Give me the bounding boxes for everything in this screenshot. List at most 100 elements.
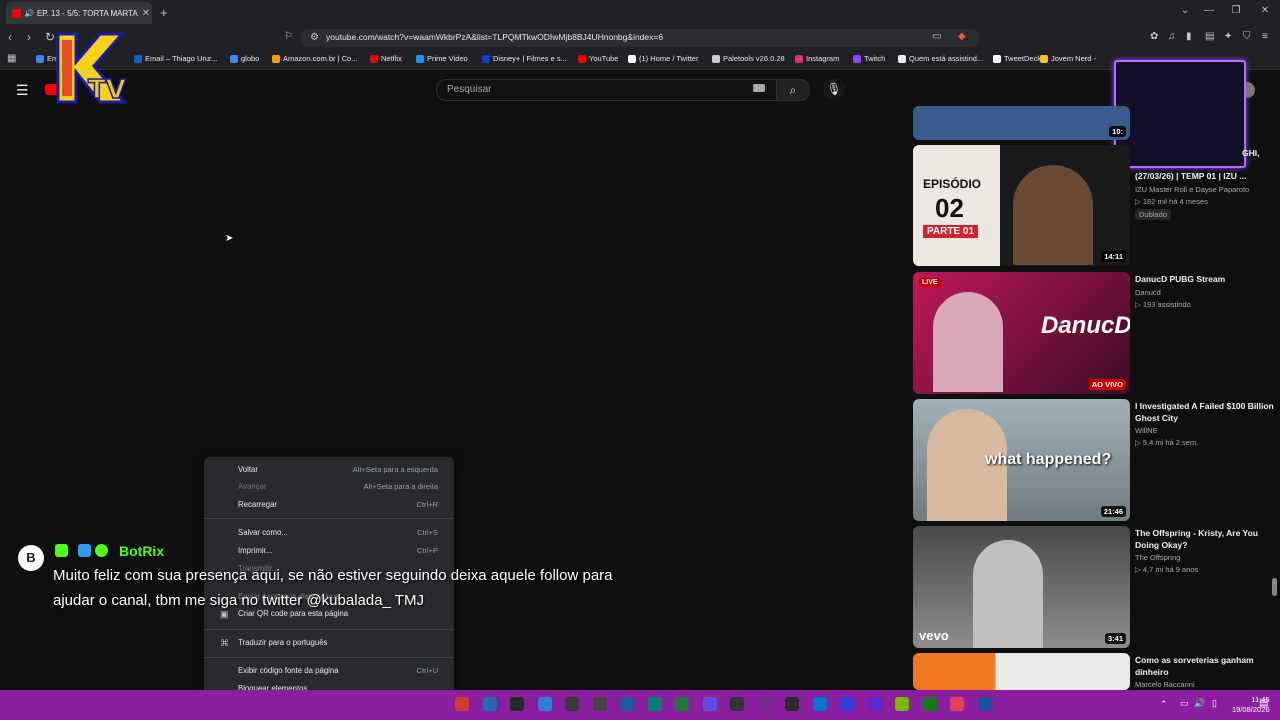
taskbar-app-icon[interactable] bbox=[867, 697, 882, 711]
notification-icon[interactable]: ▤ bbox=[1259, 698, 1268, 709]
taskbar-app-icon[interactable] bbox=[592, 697, 607, 711]
context-menu-item[interactable]: Recarregar Ctrl+R bbox=[238, 500, 438, 509]
close-window-icon[interactable]: ✕ bbox=[1255, 5, 1275, 16]
video-title[interactable]: I Investigated A Failed $100 Billion Gho… bbox=[1135, 400, 1275, 424]
tray-chevron-icon[interactable]: ⌃ bbox=[1160, 699, 1168, 710]
close-tab-icon[interactable]: ✕ bbox=[140, 8, 152, 19]
bookmark-item[interactable]: Email – Thiago Urur... bbox=[134, 54, 217, 63]
bookmark-item[interactable]: Twitch bbox=[853, 54, 885, 63]
thumb-text: PARTE 01 bbox=[923, 225, 979, 238]
video-channel[interactable]: The Offspring bbox=[1135, 552, 1275, 563]
bookmark-item[interactable]: Disney+ | Filmes e s... bbox=[482, 54, 567, 63]
vpn-icon[interactable]: ⛉ bbox=[1243, 31, 1251, 42]
taskbar-app-icon[interactable] bbox=[922, 697, 937, 711]
bookmark-label: Disney+ | Filmes e s... bbox=[493, 54, 567, 63]
video-title[interactable]: Como as sorveterias ganham dinheiro bbox=[1135, 654, 1275, 678]
context-menu-item[interactable]: Voltar Alt+Seta para a esquerda bbox=[238, 465, 438, 474]
bookmark-item[interactable]: Prime Video bbox=[416, 54, 468, 63]
bookmark-item[interactable]: Amazon.com.br | Co... bbox=[272, 54, 357, 63]
video-thumbnail[interactable]: vevo 3:41 bbox=[913, 526, 1130, 648]
apps-grid-icon[interactable]: ▦ bbox=[7, 53, 16, 64]
new-tab-icon[interactable]: + bbox=[160, 5, 168, 20]
minimize-icon[interactable]: — bbox=[1199, 5, 1219, 16]
tab-search-icon[interactable]: ⌄ bbox=[1175, 5, 1195, 16]
taskbar-app-icon[interactable] bbox=[565, 697, 579, 711]
taskbar-app-icon[interactable] bbox=[730, 697, 744, 711]
forward-icon[interactable]: › bbox=[27, 30, 31, 44]
bookmark-label: Prime Video bbox=[427, 54, 468, 63]
context-menu-item[interactable]: Exibir código fonte da página Ctrl+U bbox=[238, 666, 438, 675]
bookmark-item[interactable]: Netflix bbox=[370, 54, 402, 63]
bookmark-item[interactable]: globo bbox=[230, 54, 259, 63]
bookmark-favicon-icon bbox=[272, 54, 280, 63]
taskbar-app-icon[interactable] bbox=[510, 697, 524, 711]
bookmark-item[interactable]: YouTube bbox=[578, 54, 618, 63]
taskbar-app-icon[interactable] bbox=[812, 697, 827, 711]
bookmark-item[interactable]: Quem está assistind... bbox=[898, 54, 983, 63]
sword-badge-icon bbox=[78, 544, 91, 557]
context-menu-item[interactable]: Imprimir... Ctrl+P bbox=[238, 546, 438, 555]
menu-icon[interactable]: ≡ bbox=[1262, 31, 1268, 42]
thumb-text: EPISÓDIO bbox=[923, 177, 982, 191]
extensions-icon[interactable]: ✿ bbox=[1150, 31, 1158, 42]
cast-icon[interactable]: ▭ bbox=[932, 31, 941, 42]
video-channel[interactable]: IZU Master Roll e Dayse Paparoto bbox=[1135, 184, 1275, 195]
back-icon[interactable]: ‹ bbox=[8, 30, 12, 44]
bookmark-item[interactable]: Paletools v26.0.28 bbox=[712, 54, 785, 63]
menu-separator bbox=[204, 629, 454, 630]
video-channel[interactable]: Danucd bbox=[1135, 287, 1275, 298]
wallet-icon[interactable]: ▤ bbox=[1205, 31, 1214, 42]
taskbar-app-icon[interactable] bbox=[620, 697, 634, 711]
taskbar-app-icon[interactable] bbox=[840, 697, 854, 711]
tab-title: EP. 13 - 5/5: TORTA MARTA R bbox=[36, 8, 140, 18]
reload-icon[interactable]: ↻ bbox=[45, 30, 55, 44]
taskbar-app-icon[interactable] bbox=[647, 697, 662, 711]
taskbar-app-icon[interactable] bbox=[895, 697, 909, 711]
leo-icon[interactable]: ✦ bbox=[1224, 31, 1232, 42]
maximize-icon[interactable]: ❐ bbox=[1226, 5, 1246, 16]
taskbar-app-icon[interactable] bbox=[702, 697, 717, 711]
taskbar-app-icon[interactable] bbox=[950, 697, 964, 711]
context-menu-item[interactable]: Salvar como... Ctrl+S bbox=[238, 528, 438, 537]
video-thumbnail[interactable]: 10: bbox=[913, 106, 1130, 140]
mouse-cursor-icon: ➤ bbox=[225, 233, 234, 244]
search-button[interactable]: ⌕ bbox=[776, 79, 810, 101]
music-icon[interactable]: ♫ bbox=[1168, 31, 1176, 42]
bookmark-item[interactable]: (1) Home / Twitter bbox=[628, 54, 698, 63]
taskbar-app-icon[interactable] bbox=[482, 697, 497, 711]
bookmark-favicon-icon bbox=[416, 54, 424, 63]
video-thumbnail[interactable]: what happened? 21:46 bbox=[913, 399, 1130, 521]
scrollbar[interactable] bbox=[1272, 578, 1277, 596]
video-thumbnail[interactable]: EPISÓDIO 02 PARTE 01 14:11 bbox=[913, 145, 1130, 266]
bookmark-item[interactable]: Em bbox=[36, 54, 58, 63]
video-channel[interactable]: Marcelo Baccarini bbox=[1135, 679, 1275, 690]
hamburger-menu-icon[interactable]: ☰ bbox=[16, 82, 29, 99]
video-channel[interactable]: WillNE bbox=[1135, 425, 1275, 436]
bookmark-icon[interactable]: ⚐ bbox=[284, 31, 293, 42]
context-menu-item[interactable]: Traduzir para o português bbox=[238, 638, 438, 647]
taskbar-app-icon[interactable] bbox=[757, 697, 772, 711]
site-info-icon[interactable]: ⚙ bbox=[310, 32, 319, 43]
video-title[interactable]: The Offspring - Kristy, Are You Doing Ok… bbox=[1135, 527, 1275, 551]
network-icon[interactable]: ▭ bbox=[1180, 698, 1189, 709]
battery-icon[interactable]: ▯ bbox=[1212, 698, 1217, 709]
taskbar-app-icon[interactable] bbox=[785, 697, 799, 711]
taskbar-app-icon[interactable] bbox=[675, 697, 689, 711]
tab-active[interactable]: 🔊 EP. 13 - 5/5: TORTA MARTA R ✕ bbox=[6, 2, 152, 24]
video-title[interactable]: (27/03/26) | TEMP 01 | IZU ... bbox=[1135, 170, 1275, 182]
video-thumbnail[interactable]: LIVE DanucD AO VIVO bbox=[913, 272, 1130, 394]
keyboard-icon[interactable] bbox=[753, 84, 765, 92]
voice-search-icon[interactable]: 🎙 bbox=[823, 78, 845, 100]
video-thumbnail[interactable] bbox=[913, 653, 1130, 690]
taskbar-app-icon[interactable] bbox=[537, 697, 552, 711]
bookmark-item[interactable]: Jovem Nerd - bbox=[1040, 54, 1096, 63]
taskbar-app-icon[interactable] bbox=[977, 697, 992, 711]
sidebar-icon[interactable]: ▮ bbox=[1186, 31, 1192, 42]
taskbar-app-icon[interactable] bbox=[455, 697, 469, 711]
video-title[interactable]: DanucD PUBG Stream bbox=[1135, 273, 1275, 285]
brave-shield-icon[interactable]: ◆ bbox=[958, 31, 966, 42]
bookmark-item[interactable]: TweetDeck bbox=[993, 54, 1041, 63]
bookmark-label: globo bbox=[241, 54, 260, 63]
volume-icon[interactable]: 🔊 bbox=[1194, 698, 1205, 709]
bookmark-item[interactable]: Instagram bbox=[795, 54, 839, 63]
